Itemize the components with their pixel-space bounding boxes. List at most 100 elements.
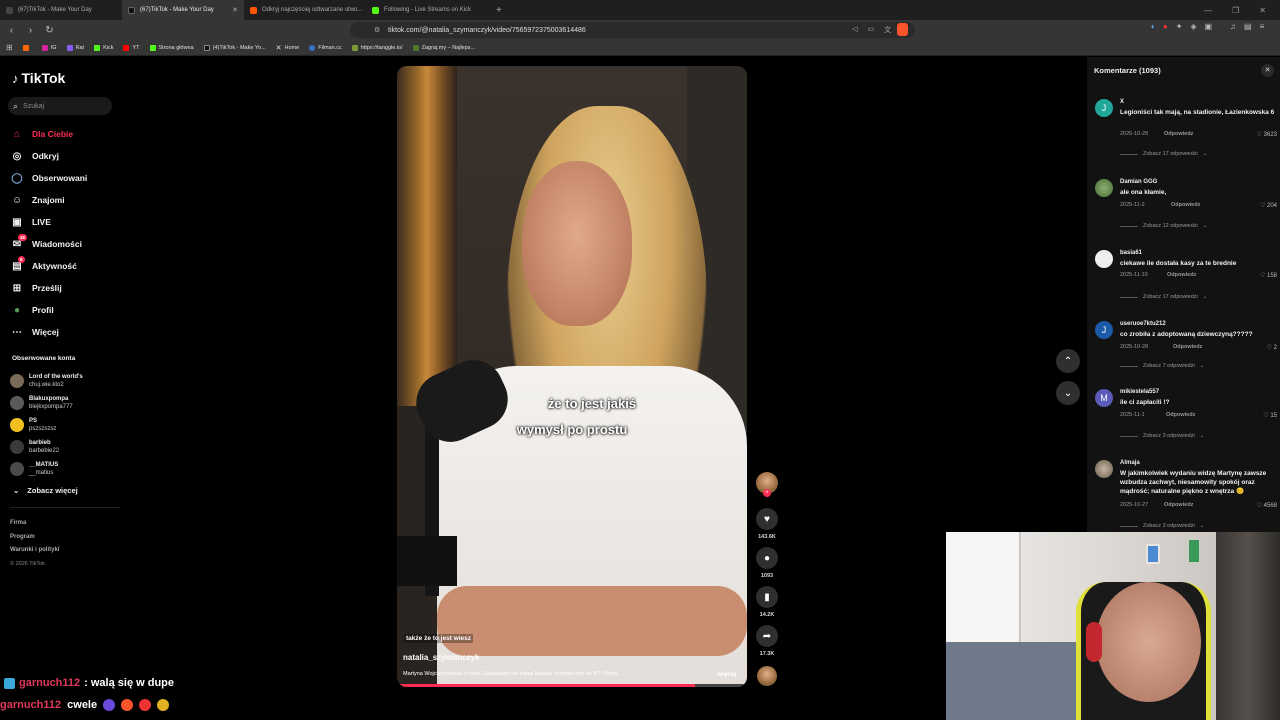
comment-user[interactable]: Almaja: [1120, 460, 1140, 466]
tiktok-logo[interactable]: ♪ TikTok: [12, 70, 65, 86]
search-input[interactable]: ⌕ Szukaj: [8, 97, 112, 115]
comment-like[interactable]: ♡ 4568: [1257, 502, 1277, 509]
comment-user[interactable]: basia61: [1120, 250, 1142, 256]
bookmark-item[interactable]: [22, 44, 32, 51]
view-replies-button[interactable]: Zobacz 3 odpowiedzi ⌄: [1120, 433, 1204, 439]
wallet-icon[interactable]: ▤: [1244, 22, 1252, 31]
view-replies-button[interactable]: Zobacz 12 odpowiedzi ⌄: [1120, 223, 1207, 229]
extension-icon[interactable]: ◖: [1150, 22, 1155, 31]
comment-like[interactable]: ♡ 158: [1260, 272, 1277, 279]
nav-item-explore[interactable]: ◎ Odkryj: [10, 145, 87, 167]
comment-user[interactable]: X: [1120, 99, 1124, 105]
following-account[interactable]: Blakuxpompa blejkxpompa777: [10, 392, 83, 414]
author-avatar[interactable]: +: [756, 472, 778, 497]
following-account[interactable]: barbieb barbebie22: [10, 436, 83, 458]
translate-icon[interactable]: 文: [884, 25, 891, 35]
previous-video-button[interactable]: ⌃: [1056, 349, 1080, 373]
more-button[interactable]: więcej: [717, 671, 737, 678]
comment-like[interactable]: ♡ 2: [1267, 344, 1277, 351]
bookmark-item[interactable]: IG: [41, 44, 57, 51]
maximize-icon[interactable]: ❐: [1232, 6, 1239, 15]
bookmark-item[interactable]: Filman.cc: [309, 44, 342, 51]
avatar[interactable]: M: [1095, 389, 1113, 407]
bookmark-item[interactable]: Strona główna: [149, 44, 194, 51]
new-tab-button[interactable]: +: [488, 5, 510, 16]
close-tab-icon[interactable]: ✕: [232, 6, 238, 14]
bookmark-item[interactable]: Kick: [94, 44, 113, 51]
see-more-button[interactable]: ⌄ Zobacz więcej: [10, 480, 83, 500]
nav-item-live[interactable]: ▣ LIVE: [10, 211, 87, 233]
record-icon[interactable]: ●: [1163, 22, 1168, 31]
reply-button[interactable]: Odpowiedz: [1164, 502, 1193, 508]
nav-item-more[interactable]: ⋯ Więcej: [10, 321, 87, 343]
reply-button[interactable]: Odpowiedz: [1173, 344, 1202, 350]
brave-shield-icon[interactable]: [897, 23, 908, 36]
media-icon[interactable]: ♫: [1230, 22, 1236, 31]
nav-item-for-you[interactable]: ⌂ Dla Ciebie: [10, 123, 87, 145]
comment-like[interactable]: ♡ 3623: [1257, 131, 1277, 138]
forward-icon[interactable]: ›: [23, 25, 38, 36]
avatar[interactable]: [1095, 460, 1113, 478]
share-button[interactable]: ➦: [756, 625, 778, 647]
nav-item-upload[interactable]: ⊞ Prześlij: [10, 277, 87, 299]
extension-icon[interactable]: ◈: [1190, 22, 1196, 31]
nav-item-friends[interactable]: ☺ Znajomi: [10, 189, 87, 211]
url-bar[interactable]: ⚙ tiktok.com/@natalia_szymanczyk/video/7…: [350, 22, 915, 38]
site-info-icon[interactable]: ⚙: [374, 26, 380, 34]
view-replies-button[interactable]: Zobacz 17 odpowiedzi ⌄: [1120, 294, 1207, 300]
reply-button[interactable]: Odpowiedz: [1167, 272, 1196, 278]
apps-icon[interactable]: ⊞: [6, 43, 13, 52]
following-account[interactable]: __MATIUS __matius: [10, 458, 83, 480]
back-icon[interactable]: ‹: [4, 25, 19, 36]
like-button[interactable]: ♥: [756, 508, 778, 530]
footer-link-terms[interactable]: Warunki i polityki: [10, 544, 59, 558]
avatar[interactable]: J: [1095, 321, 1113, 339]
view-replies-button[interactable]: Zobacz 7 odpowiedzi ⌄: [1120, 363, 1204, 369]
next-video-button[interactable]: ⌄: [1056, 381, 1080, 405]
minimize-icon[interactable]: —: [1204, 6, 1212, 15]
video-progress-bar[interactable]: [397, 684, 747, 687]
screen-icon[interactable]: ▭: [868, 25, 875, 35]
comment-like[interactable]: ♡ 204: [1260, 202, 1277, 209]
following-account[interactable]: PS pszszszsz: [10, 414, 83, 436]
follow-plus-icon[interactable]: +: [763, 489, 771, 497]
avatar[interactable]: [1095, 179, 1113, 197]
save-button[interactable]: ▮: [756, 586, 778, 608]
browser-tab[interactable]: Odkryj najczęściej odtwarzane utwo...✕: [244, 0, 366, 20]
following-account[interactable]: Lord of the world's chuj.wie.kto2: [10, 370, 83, 392]
video-player[interactable]: że to jest jakiś wymysł po prostu także …: [397, 66, 747, 687]
nav-item-profile[interactable]: ● Profil: [10, 299, 87, 321]
bookmark-item[interactable]: YT: [123, 44, 140, 51]
bookmark-item[interactable]: Rat: [66, 44, 84, 51]
reply-button[interactable]: Odpowiedz: [1171, 202, 1200, 208]
comment-user[interactable]: useruoe7ktu212: [1120, 321, 1166, 327]
avatar[interactable]: [1095, 250, 1113, 268]
comment-button[interactable]: ●: [756, 547, 778, 569]
extensions-icon[interactable]: ▣: [1205, 22, 1213, 31]
reply-button[interactable]: Odpowiedz: [1166, 412, 1195, 418]
bookmark-item[interactable]: (4)TikTok - Make Yo...: [203, 44, 266, 51]
footer-link-company[interactable]: Firma: [10, 517, 59, 531]
music-disc-avatar[interactable]: [757, 666, 777, 686]
mute-icon[interactable]: ◁: [852, 25, 857, 35]
footer-link-program[interactable]: Program: [10, 531, 59, 545]
comment-user[interactable]: Damian GGG: [1120, 179, 1157, 185]
bookmark-item[interactable]: Zagraj.my – Najleps...: [412, 44, 475, 51]
video-author[interactable]: natalia_szymanczyk: [403, 653, 480, 662]
comment-like[interactable]: ♡ 15: [1263, 412, 1277, 419]
comment-user[interactable]: mikiestela557: [1120, 389, 1159, 395]
bookmark-item[interactable]: https://tanggle.io/: [351, 44, 403, 51]
browser-tab[interactable]: Following - Live Streams on Kick: [366, 0, 488, 20]
view-replies-button[interactable]: Zobacz 17 odpowiedzi ⌄: [1120, 151, 1207, 157]
nav-item-following[interactable]: ◯ Obserwowani: [10, 167, 87, 189]
close-comments-button[interactable]: ✕: [1261, 64, 1274, 77]
close-window-icon[interactable]: ✕: [1259, 6, 1266, 15]
reload-icon[interactable]: ↻: [42, 25, 57, 36]
browser-tab[interactable]: (67)TikTok - Make Your Day: [0, 0, 122, 20]
browser-tab-active[interactable]: (67)TikTok - Make Your Day ✕: [122, 0, 244, 20]
extension-icon[interactable]: ✦: [1176, 22, 1183, 31]
nav-item-activity[interactable]: ▤ 8 Aktywność: [10, 255, 87, 277]
view-replies-button[interactable]: Zobacz 3 odpowiedzi ⌄: [1120, 523, 1204, 529]
reply-button[interactable]: Odpowiedz: [1164, 131, 1193, 137]
bookmark-item[interactable]: ✕ Home: [276, 44, 300, 52]
